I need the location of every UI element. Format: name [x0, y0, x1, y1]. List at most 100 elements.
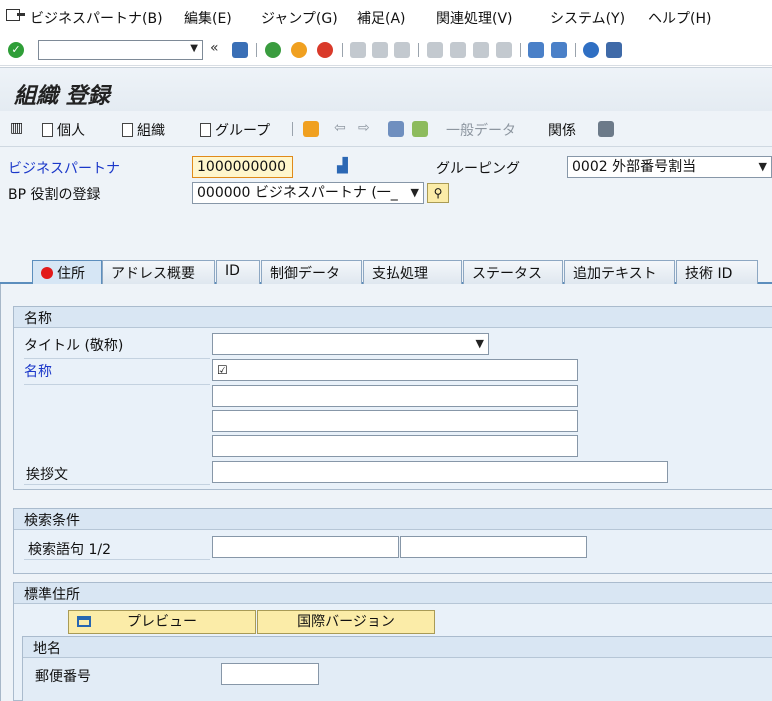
open-folder-icon[interactable] [303, 121, 319, 137]
more-icon[interactable] [598, 121, 614, 137]
tab-technical-id[interactable]: 技術 ID [676, 260, 758, 284]
menu-extras[interactable]: 補足(A) [357, 8, 406, 28]
document-icon [42, 123, 53, 137]
tab-address-overview[interactable]: アドレス概要 [102, 260, 215, 284]
command-field[interactable]: ▼ [38, 40, 203, 60]
search-term-2-input[interactable] [400, 536, 587, 558]
enter-icon[interactable]: ✓ [8, 42, 24, 58]
grouping-label: グルーピング [436, 161, 520, 177]
tab-id[interactable]: ID [216, 260, 260, 284]
shortcut-icon[interactable] [551, 42, 567, 58]
menu-help[interactable]: ヘルプ(H) [648, 8, 711, 28]
search-group-title: 検索条件 [14, 509, 772, 530]
search-term-label: 検索語句 1/2 [28, 542, 111, 558]
first-page-icon[interactable] [427, 42, 443, 58]
help-icon[interactable] [583, 42, 599, 58]
postal-code-input[interactable] [221, 663, 319, 685]
person-button[interactable]: 個人 [42, 120, 85, 140]
tab-label: アドレス概要 [111, 266, 195, 282]
menu-environment[interactable]: 関連処理(V) [436, 8, 513, 28]
search-term-1-input[interactable] [212, 536, 399, 558]
preview-label: プレビュー [127, 614, 197, 630]
role-search-icon[interactable]: ⚲ [427, 183, 449, 203]
organization-button[interactable]: 組織 [122, 120, 165, 140]
exit-icon[interactable] [6, 9, 25, 21]
find-next-icon[interactable] [394, 42, 410, 58]
tab-label: ID [225, 263, 240, 279]
preview-button[interactable]: プレビュー [68, 610, 256, 634]
grouping-select[interactable]: 0002 外部番号割当 ▼ [567, 156, 772, 178]
tab-control-data[interactable]: 制御データ [261, 260, 362, 284]
factory-icon[interactable]: ▟ [337, 158, 348, 174]
next-page-icon[interactable] [473, 42, 489, 58]
chevron-down-icon[interactable]: ▼ [411, 184, 419, 202]
document-icon [122, 123, 133, 137]
previous-page-icon[interactable] [450, 42, 466, 58]
tab-status[interactable]: ステータス [463, 260, 563, 284]
address-group: 標準住所 プレビュー 国際バージョン 地名 郵便番号 [13, 582, 772, 701]
name-input-2[interactable] [212, 385, 578, 407]
name-input-3[interactable] [212, 410, 578, 432]
save-icon[interactable] [232, 42, 248, 58]
chevron-down-icon[interactable]: ▼ [190, 43, 198, 54]
menu-jump[interactable]: ジャンプ(G) [261, 8, 338, 28]
menu-system[interactable]: システム(Y) [550, 8, 625, 28]
layout-menu-icon[interactable] [606, 42, 622, 58]
international-version-button[interactable]: 国際バージョン [257, 610, 435, 634]
back-icon[interactable] [265, 42, 281, 58]
grouping-value: 0002 外部番号割当 [572, 159, 697, 175]
title-bar: 組織 登録 [0, 67, 772, 111]
tab-address[interactable]: 住所 [32, 260, 102, 284]
relations-button[interactable]: 関係 [548, 120, 576, 140]
bp-label: ビジネスパートナ [8, 161, 120, 177]
application-toolbar: ▥ 個人 組織 グループ ⇦ ⇨ 一般データ 関係 [0, 111, 772, 147]
role-value: 000000 ビジネスパートナ (一_ [197, 185, 398, 201]
role-select[interactable]: 000000 ビジネスパートナ (一_ ▼ [192, 182, 424, 204]
new-session-icon[interactable] [528, 42, 544, 58]
exit-app-icon[interactable] [291, 42, 307, 58]
previous-icon[interactable]: ⇦ [334, 120, 346, 136]
title-select[interactable]: ▼ [212, 333, 489, 355]
tab-strip: 住所 アドレス概要 ID 制御データ 支払処理 ステータス 追加テキスト 技術 … [0, 257, 772, 284]
find-icon[interactable] [372, 42, 388, 58]
cancel-icon[interactable] [317, 42, 333, 58]
error-status-icon [41, 267, 53, 279]
title-label: タイトル (敬称) [24, 338, 124, 354]
name-input-1[interactable]: ☑ [212, 359, 578, 381]
printer-icon [77, 616, 91, 627]
switch-icon[interactable] [388, 121, 404, 137]
name-input-4[interactable] [212, 435, 578, 457]
toggle-locator-icon[interactable]: ▥ [10, 120, 23, 136]
document-icon [200, 123, 211, 137]
chevron-down-icon[interactable]: ▼ [476, 335, 484, 353]
tab-additional-text[interactable]: 追加テキスト [564, 260, 675, 284]
greeting-input[interactable] [212, 461, 668, 483]
tab-payment[interactable]: 支払処理 [363, 260, 462, 284]
where-used-icon[interactable] [412, 121, 428, 137]
person-label: 個人 [57, 123, 85, 139]
chevron-down-icon[interactable]: ▼ [759, 158, 767, 176]
tab-label: 支払処理 [372, 266, 428, 282]
menu-business-partner[interactable]: ビジネスパートナ(B) [30, 8, 163, 28]
address-group-title: 標準住所 [14, 583, 772, 604]
menu-edit[interactable]: 編集(E) [184, 8, 232, 28]
tab-label: 制御データ [270, 266, 340, 282]
group-label: グループ [215, 123, 271, 139]
required-check-icon: ☑ [217, 363, 228, 377]
postal-code-label: 郵便番号 [35, 669, 91, 685]
menu-bar: ビジネスパートナ(B) 編集(E) ジャンプ(G) 補足(A) 関連処理(V) … [0, 0, 772, 34]
search-group: 検索条件 検索語句 1/2 [13, 508, 772, 574]
last-page-icon[interactable] [496, 42, 512, 58]
name-group-title: 名称 [14, 307, 772, 328]
general-data-button[interactable]: 一般データ [446, 120, 516, 140]
role-label: BP 役割の登録 [8, 187, 101, 203]
tab-label: 技術 ID [685, 266, 733, 282]
page-title: 組織 登録 [14, 84, 110, 109]
tab-label: ステータス [472, 266, 542, 282]
group-button[interactable]: グループ [200, 120, 270, 140]
expand-history-icon[interactable]: « [210, 40, 219, 56]
standard-toolbar: ✓ ▼ « [0, 34, 772, 66]
bp-number-input[interactable]: 1000000000 [192, 156, 293, 178]
print-icon[interactable] [350, 42, 366, 58]
next-icon[interactable]: ⇨ [358, 120, 370, 136]
